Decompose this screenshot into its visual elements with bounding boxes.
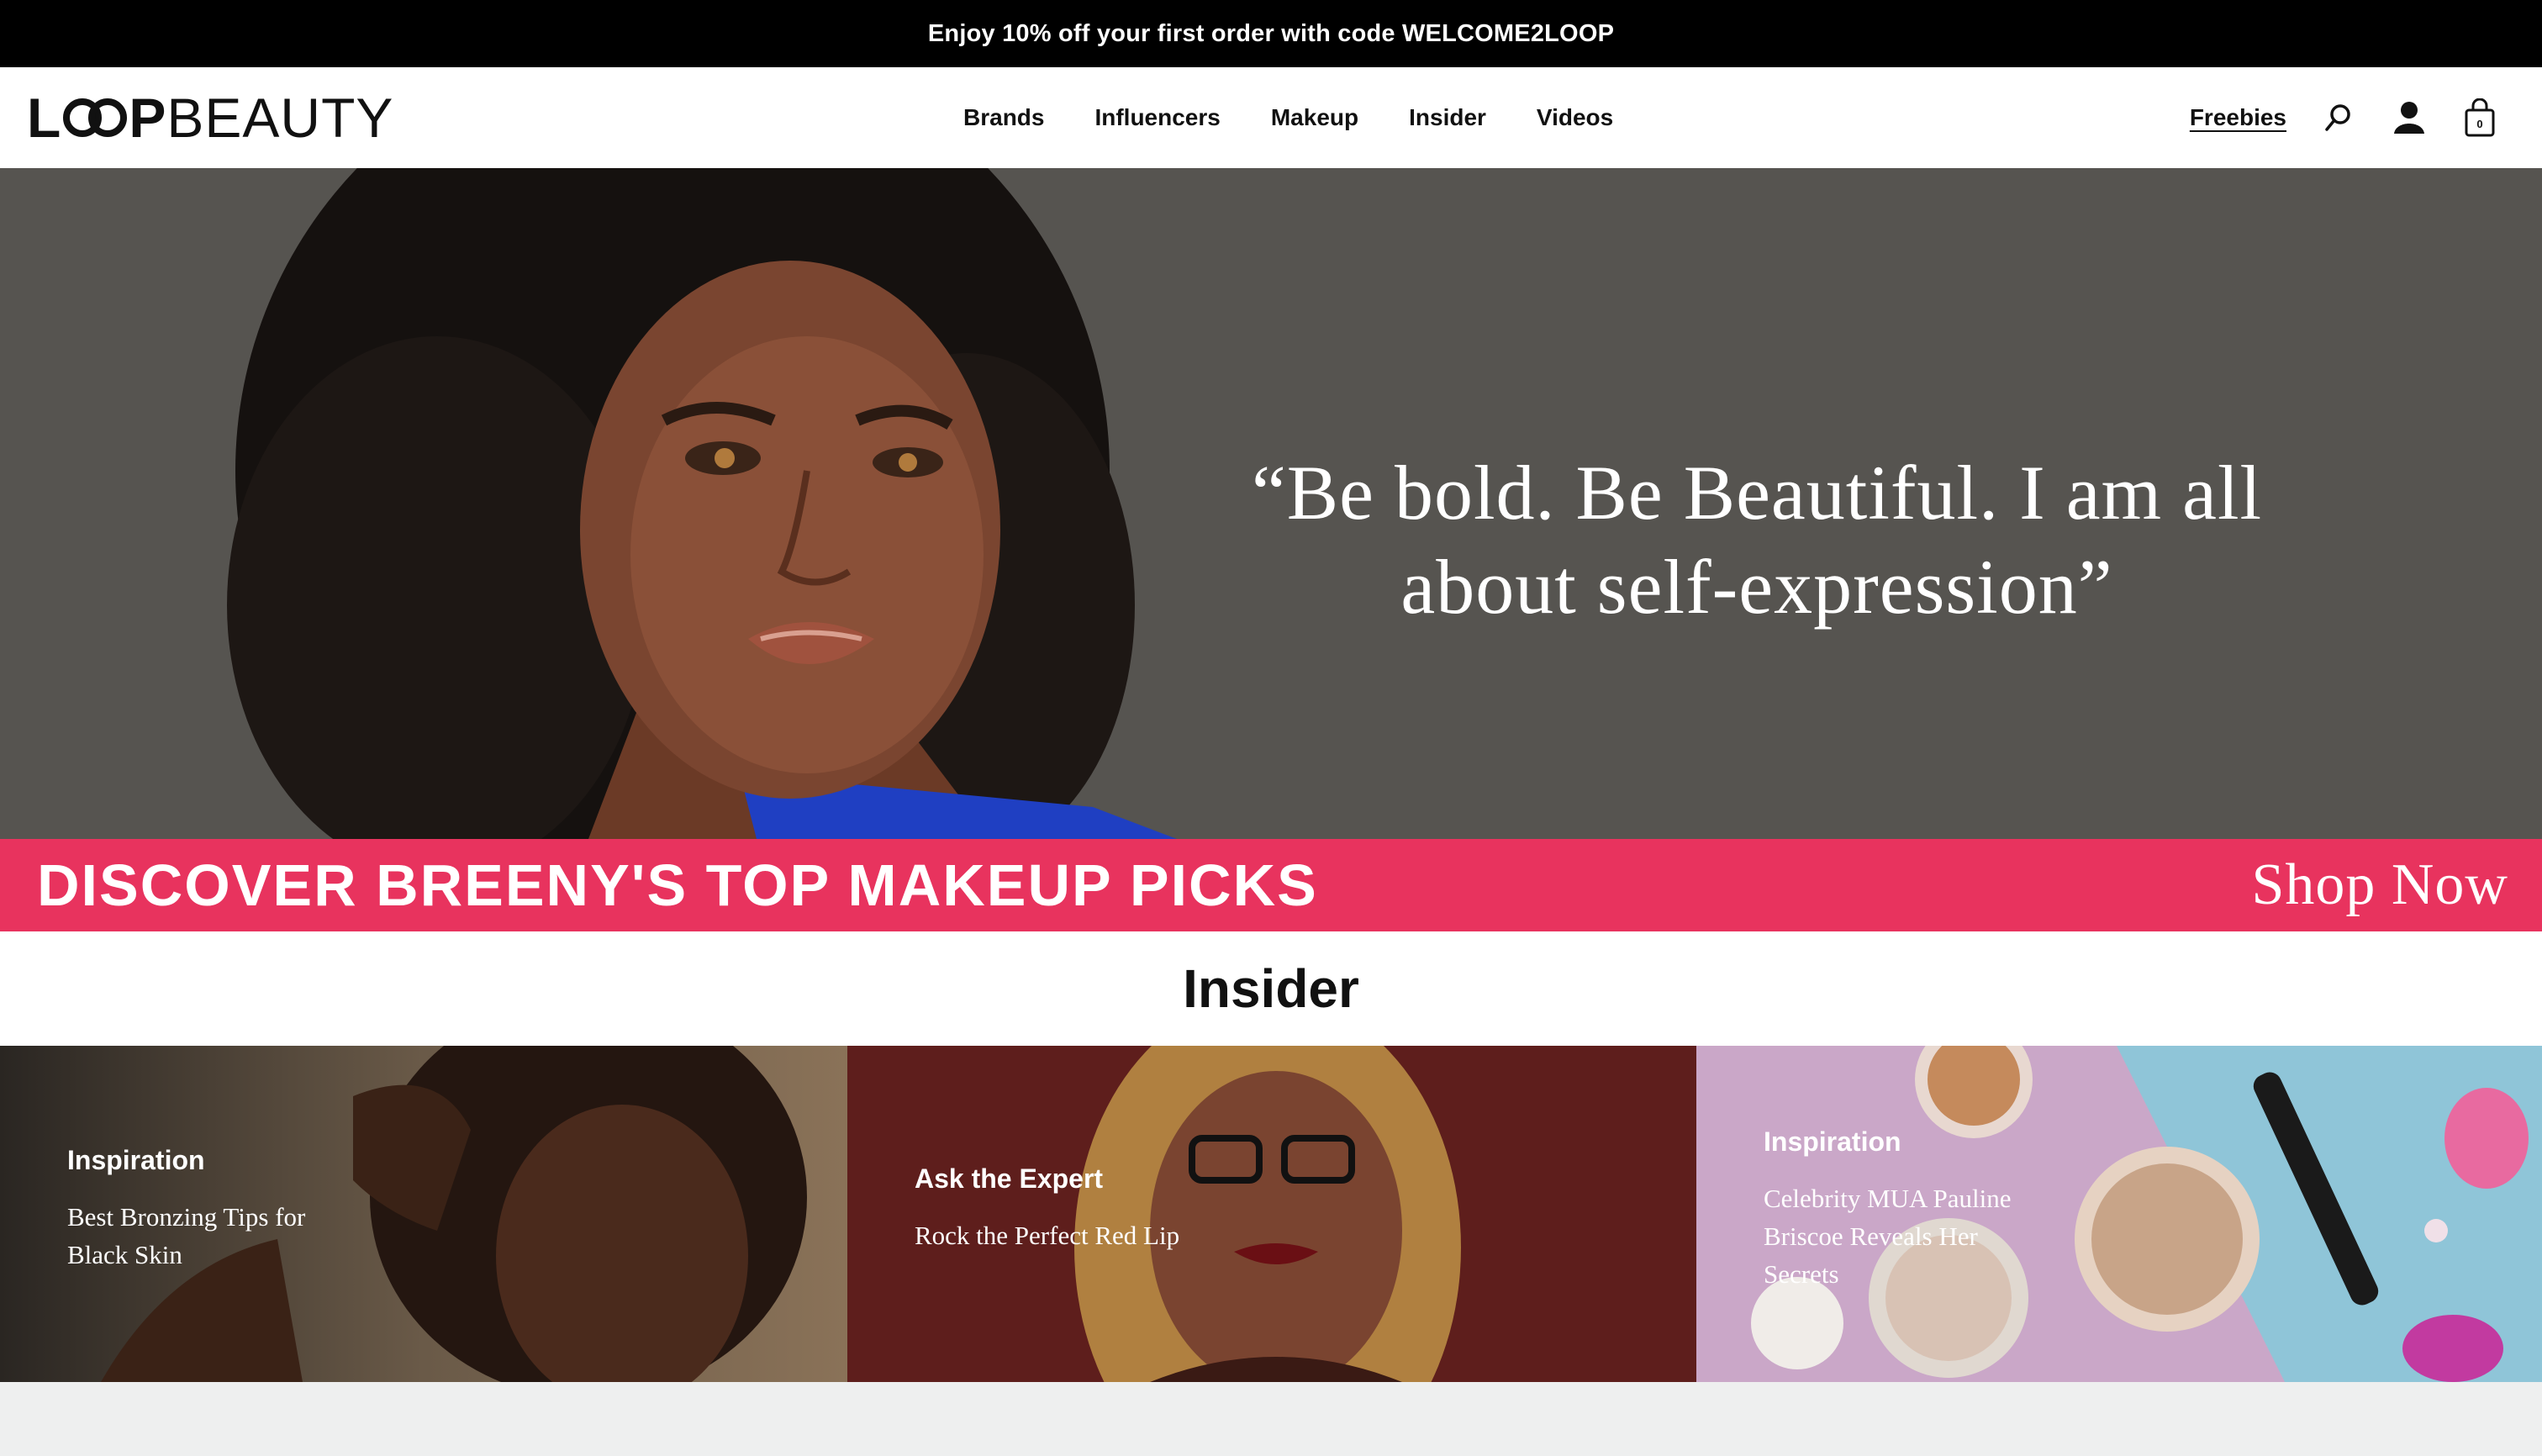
hero-quote-line2: about self-expression” — [1400, 544, 2113, 630]
insider-card[interactable]: Inspiration Celebrity MUA Pauline Brisco… — [1696, 1046, 2542, 1382]
main-nav: Brands Influencers Makeup Insider Videos — [963, 67, 1613, 168]
freebies-link[interactable]: Freebies — [2190, 104, 2286, 131]
account-icon[interactable] — [2391, 98, 2428, 138]
card-title-line: Secrets — [1764, 1259, 1839, 1289]
card-category: Ask the Expert — [915, 1163, 1104, 1194]
logo-letter-l: L — [27, 87, 62, 149]
card-title[interactable]: Celebrity MUA Pauline Briscoe Reveals He… — [1764, 1179, 2011, 1293]
hero-banner[interactable]: “Be bold. Be Beautiful. I am all about s… — [0, 168, 2542, 839]
nav-brands[interactable]: Brands — [963, 104, 1044, 131]
page-bottom-area — [0, 1382, 2542, 1456]
card-title[interactable]: Best Bronzing Tips for Black Skin — [67, 1198, 305, 1274]
card-title[interactable]: Rock the Perfect Red Lip — [915, 1216, 1179, 1254]
logo-loop-icon — [63, 98, 128, 137]
promo-banner: Enjoy 10% off your first order with code… — [0, 0, 2542, 67]
insider-card[interactable]: Ask the Expert Rock the Perfect Red Lip — [847, 1046, 1696, 1382]
insider-cards: Inspiration Best Bronzing Tips for Black… — [0, 1046, 2542, 1382]
card-category: Inspiration — [1764, 1126, 1901, 1157]
hero-quote-line1: “Be bold. Be Beautiful. I am all — [1251, 450, 2263, 535]
bag-icon[interactable]: 0 — [2461, 98, 2498, 138]
hero-quote: “Be bold. Be Beautiful. I am all about s… — [1118, 446, 2396, 634]
nav-influencers[interactable]: Influencers — [1094, 104, 1220, 131]
insider-heading: Insider — [1183, 958, 1359, 1019]
shop-now-link[interactable]: Shop Now — [2251, 852, 2508, 919]
card-text: Ask the Expert Rock the Perfect Red Lip — [915, 1163, 1179, 1254]
card-title-line: Best Bronzing Tips for — [67, 1202, 306, 1232]
hero-cta-band[interactable]: DISCOVER BREENY'S TOP MAKEUP PICKS Shop … — [0, 839, 2542, 931]
logo-beauty: BEAUTY — [166, 87, 394, 149]
nav-videos[interactable]: Videos — [1537, 104, 1613, 131]
card-title-line: Briscoe Reveals Her — [1764, 1221, 1978, 1251]
nav-makeup[interactable]: Makeup — [1271, 104, 1358, 131]
header-actions: Freebies 0 — [2190, 67, 2498, 168]
nav-insider[interactable]: Insider — [1409, 104, 1486, 131]
cta-title: DISCOVER BREENY'S TOP MAKEUP PICKS — [37, 852, 1318, 918]
cart-count: 0 — [2476, 118, 2483, 130]
insider-section-header: Insider — [0, 931, 2542, 1046]
card-category: Inspiration — [67, 1145, 205, 1175]
site-logo[interactable]: L P BEAUTY — [27, 87, 393, 149]
promo-text: Enjoy 10% off your first order with code… — [927, 19, 1615, 47]
card-title-line: Rock the Perfect Red Lip — [915, 1221, 1180, 1250]
card-text: Inspiration Best Bronzing Tips for Black… — [67, 1145, 305, 1274]
logo-letter-p: P — [129, 87, 167, 149]
site-header: L P BEAUTY Brands Influencers Makeup Ins… — [0, 67, 2542, 168]
search-icon[interactable] — [2320, 98, 2357, 138]
card-text: Inspiration Celebrity MUA Pauline Brisco… — [1764, 1126, 2011, 1293]
insider-card[interactable]: Inspiration Best Bronzing Tips for Black… — [0, 1046, 847, 1382]
hero-portrait-image — [227, 168, 1177, 839]
card-title-line: Celebrity MUA Pauline — [1764, 1184, 2012, 1213]
card-title-line: Black Skin — [67, 1240, 182, 1269]
